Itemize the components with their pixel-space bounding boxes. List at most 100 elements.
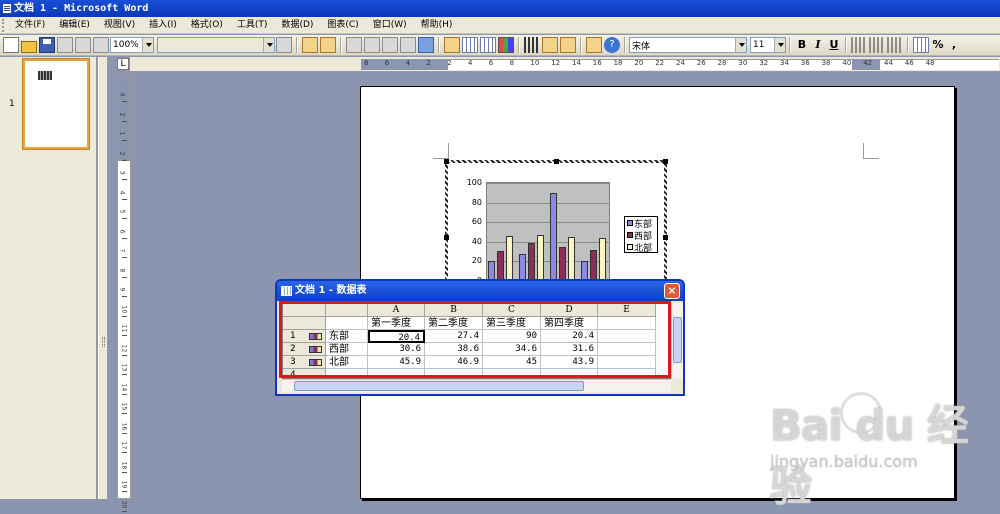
data-table-icon[interactable] <box>480 37 496 53</box>
italic-button[interactable]: I <box>811 37 825 53</box>
resize-handle[interactable] <box>663 159 668 164</box>
tab-stop-selector[interactable]: L <box>117 58 129 70</box>
comma-style-button[interactable]: , <box>947 37 961 53</box>
chart-bar[interactable] <box>568 236 575 281</box>
ruler-tick <box>122 276 127 278</box>
ruler-tick <box>122 296 127 297</box>
save-icon[interactable] <box>39 37 55 53</box>
currency-style-icon[interactable] <box>913 37 929 53</box>
chart-type-icon[interactable] <box>498 37 514 53</box>
menu-edit[interactable]: 编辑(E) <box>52 17 97 34</box>
print-preview-icon[interactable] <box>93 37 109 53</box>
align-center-icon[interactable] <box>869 37 885 53</box>
print-icon[interactable] <box>75 37 91 53</box>
category-gridlines-icon[interactable] <box>524 37 540 53</box>
thumbnail-page-number: 1 <box>9 99 15 109</box>
vertical-ruler[interactable]: 4 2 1 2 3 4 5 6 7 8 9 10 11 12 13 14 15 16 17 18 19 20 <box>117 72 131 512</box>
permission-icon[interactable] <box>57 37 73 53</box>
toolbar-separator <box>907 37 909 53</box>
menu-file[interactable]: 文件(F) <box>8 17 52 34</box>
horizontal-scrollbar[interactable] <box>282 379 671 392</box>
page-thumbnail[interactable] <box>22 58 90 150</box>
resize-handle[interactable] <box>663 235 668 240</box>
view-datasheet-icon[interactable] <box>320 37 336 53</box>
chart-bar[interactable] <box>528 243 535 281</box>
undo-icon[interactable] <box>418 37 434 53</box>
chart-bar[interactable] <box>550 192 557 281</box>
chart-bar[interactable] <box>599 237 606 281</box>
font-size-select[interactable]: 11 <box>750 37 786 53</box>
delete-icon[interactable] <box>400 37 416 53</box>
chart-bar[interactable] <box>559 247 566 281</box>
ruler-tick <box>122 120 127 122</box>
zoom-select[interactable]: 100% <box>110 37 154 53</box>
help-icon[interactable]: ? <box>604 37 620 53</box>
horizontal-ruler[interactable]: L 8 6 4 2 2 4 6 8 10 12 14 16 18 20 22 24 26 28 30 32 34 36 38… <box>117 57 1000 72</box>
chart-bar[interactable] <box>581 261 588 281</box>
ruler-label: 8 <box>364 59 369 67</box>
menu-help[interactable]: 帮助(H) <box>414 17 460 34</box>
ruler-label: 48 <box>925 59 935 67</box>
resize-handle[interactable] <box>444 159 449 164</box>
align-right-icon[interactable] <box>887 37 903 53</box>
pane-splitter[interactable] <box>98 57 108 499</box>
scroll-thumb[interactable] <box>673 317 682 363</box>
cut-icon[interactable] <box>346 37 362 53</box>
menu-insert[interactable]: 插入(I) <box>142 17 184 34</box>
chart-bar[interactable] <box>537 235 544 281</box>
chart-legend[interactable]: 东部 西部 北部 <box>624 216 658 254</box>
chart-bar[interactable] <box>488 261 495 281</box>
open-folder-icon[interactable] <box>21 41 37 53</box>
ruler-tick <box>122 159 127 161</box>
value-gridlines-icon[interactable] <box>542 37 558 53</box>
by-row-icon[interactable] <box>444 37 460 53</box>
fill-color-icon[interactable] <box>586 37 602 53</box>
percent-style-button[interactable]: % <box>931 37 945 53</box>
paste-icon[interactable] <box>382 37 398 53</box>
highlight-box <box>279 301 671 378</box>
format-object-icon[interactable] <box>276 37 292 53</box>
close-button[interactable]: × <box>664 283 680 299</box>
toolbar-separator <box>845 37 847 53</box>
menu-chart[interactable]: 图表(C) <box>320 17 365 34</box>
chevron-down-icon[interactable] <box>774 38 785 52</box>
toolbar: 100% ? 宋体 11 B I U % , <box>0 35 1000 56</box>
menu-view[interactable]: 视图(V) <box>97 17 142 34</box>
chart-bar[interactable] <box>590 250 597 281</box>
ruler-label: 2 <box>426 59 431 67</box>
gridline <box>486 202 610 204</box>
chart-bar[interactable] <box>519 254 526 281</box>
chart-objects-select[interactable] <box>157 37 275 53</box>
bold-button[interactable]: B <box>795 37 809 53</box>
ruler-label: 22 <box>655 59 665 67</box>
chart-bar[interactable] <box>497 251 504 281</box>
vertical-scrollbar[interactable] <box>671 303 683 379</box>
by-column-icon[interactable] <box>462 37 478 53</box>
menu-format[interactable]: 格式(O) <box>184 17 230 34</box>
chevron-down-icon[interactable] <box>142 38 153 52</box>
import-file-icon[interactable] <box>302 37 318 53</box>
new-document-icon[interactable] <box>3 37 19 53</box>
underline-button[interactable]: U <box>827 37 841 53</box>
y-tick-label: 20 <box>471 256 482 266</box>
scroll-thumb[interactable] <box>294 381 584 391</box>
datasheet-title: 文档 1 - 数据表 <box>295 285 367 296</box>
resize-handle[interactable] <box>554 159 559 164</box>
copy-icon[interactable] <box>364 37 380 53</box>
chevron-down-icon[interactable] <box>735 38 746 52</box>
resize-handle[interactable] <box>444 235 449 240</box>
legend-label: 北部 <box>634 243 653 254</box>
chart-bar[interactable] <box>506 236 513 281</box>
legend-icon[interactable] <box>560 37 576 53</box>
datasheet-title-bar[interactable]: 文档 1 - 数据表 × <box>277 281 683 301</box>
font-select[interactable]: 宋体 <box>629 37 747 53</box>
legend-swatch <box>627 244 633 250</box>
chevron-down-icon[interactable] <box>263 38 274 52</box>
menu-data[interactable]: 数据(D) <box>274 17 320 34</box>
ruler-label: 2 <box>118 112 126 116</box>
ruler-label: 32 <box>759 59 769 67</box>
menu-window[interactable]: 窗口(W) <box>366 17 414 34</box>
ruler-label: 10 <box>120 305 128 313</box>
align-left-icon[interactable] <box>851 37 867 53</box>
menu-tools[interactable]: 工具(T) <box>230 17 275 34</box>
